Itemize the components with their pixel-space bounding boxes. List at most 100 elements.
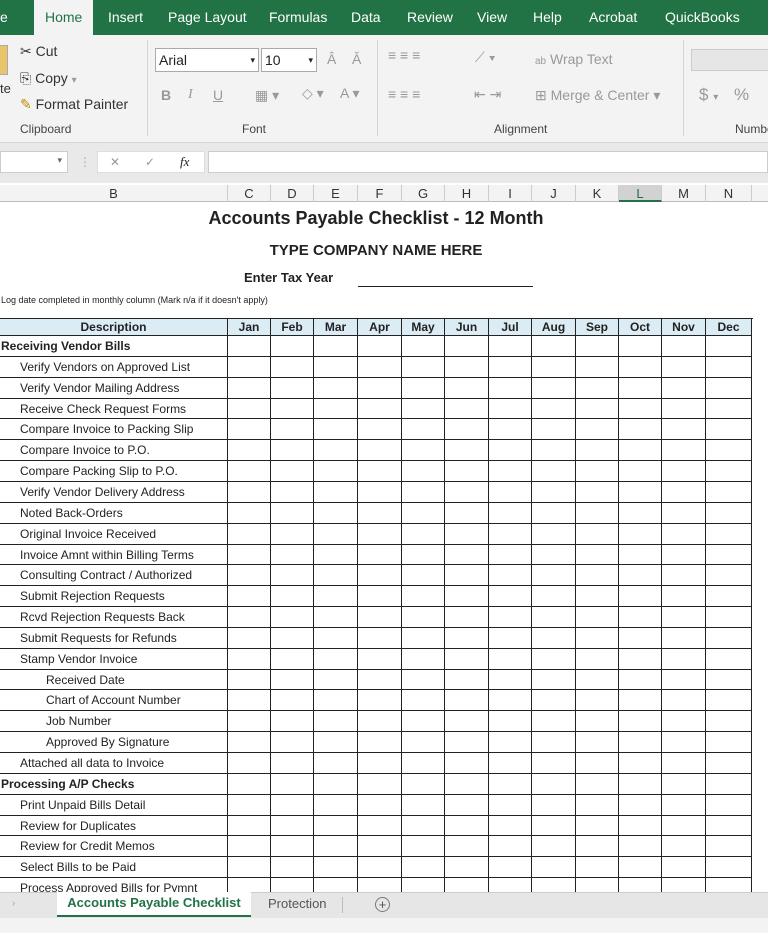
month-cell[interactable] [662,399,706,419]
month-cell[interactable] [576,670,619,690]
month-cell[interactable] [576,878,619,892]
month-cell[interactable] [402,795,445,816]
month-cell[interactable] [314,336,358,357]
month-cell[interactable] [271,628,314,649]
month-cell[interactable] [619,836,662,857]
month-cell[interactable] [445,586,489,607]
column-header-f[interactable]: F [358,185,402,202]
month-cell[interactable] [271,482,314,503]
sheet-tab-protection[interactable]: Protection [268,896,327,911]
month-cell[interactable] [358,524,402,545]
month-cell[interactable] [532,649,576,670]
align-top-icon[interactable]: ≡ ≡ ≡ [388,47,420,63]
month-cell[interactable] [445,607,489,628]
month-cell[interactable] [228,399,271,419]
month-cell[interactable] [662,795,706,816]
month-cell[interactable] [706,565,752,586]
month-cell[interactable] [402,670,445,690]
month-cell[interactable] [619,336,662,357]
tab-acrobat[interactable]: Acrobat [589,0,637,35]
month-cell[interactable] [489,649,532,670]
month-cell[interactable] [489,670,532,690]
month-cell[interactable] [228,816,271,836]
month-cell[interactable] [358,774,402,795]
month-cell[interactable] [358,816,402,836]
cancel-icon[interactable]: ✕ [110,155,120,169]
month-cell[interactable] [619,545,662,565]
month-cell[interactable] [402,524,445,545]
month-cell[interactable] [402,753,445,774]
month-cell[interactable] [402,836,445,857]
tab-home[interactable]: Home [34,0,94,35]
month-cell[interactable] [228,753,271,774]
column-header-l[interactable]: L [619,185,662,202]
month-cell[interactable] [662,524,706,545]
month-cell[interactable] [576,357,619,378]
month-cell[interactable] [619,565,662,586]
month-cell[interactable] [662,816,706,836]
month-cell[interactable] [662,753,706,774]
month-cell[interactable] [271,607,314,628]
month-cell[interactable] [662,628,706,649]
month-cell[interactable] [706,524,752,545]
month-cell[interactable] [489,503,532,524]
month-cell[interactable] [358,732,402,753]
month-cell[interactable] [358,690,402,711]
month-cell[interactable] [228,732,271,753]
month-cell[interactable] [358,607,402,628]
month-cell[interactable] [662,878,706,892]
month-cell[interactable] [576,545,619,565]
month-cell[interactable] [402,461,445,482]
month-cell[interactable] [271,586,314,607]
month-cell[interactable] [662,461,706,482]
increase-font-icon[interactable]: Â [327,51,336,67]
column-header-b[interactable]: B [0,185,228,202]
month-cell[interactable] [489,816,532,836]
month-cell[interactable] [358,378,402,399]
month-cell[interactable] [445,628,489,649]
month-cell[interactable] [358,649,402,670]
month-cell[interactable] [445,753,489,774]
month-cell[interactable] [489,753,532,774]
month-cell[interactable] [358,545,402,565]
month-cell[interactable] [445,378,489,399]
month-cell[interactable] [358,836,402,857]
month-cell[interactable] [489,878,532,892]
month-cell[interactable] [271,524,314,545]
month-cell[interactable] [271,795,314,816]
month-cell[interactable] [576,586,619,607]
month-cell[interactable] [532,524,576,545]
month-cell[interactable] [402,690,445,711]
function-icon[interactable]: fx [180,154,189,170]
month-cell[interactable] [402,565,445,586]
month-cell[interactable] [576,816,619,836]
month-cell[interactable] [619,732,662,753]
month-cell[interactable] [706,482,752,503]
paste-icon[interactable] [0,45,8,75]
month-cell[interactable] [706,399,752,419]
month-cell[interactable] [228,586,271,607]
month-cell[interactable] [489,690,532,711]
month-cell[interactable] [576,690,619,711]
month-cell[interactable] [576,565,619,586]
month-cell[interactable] [271,836,314,857]
month-cell[interactable] [271,857,314,878]
month-cell[interactable] [271,816,314,836]
month-cell[interactable] [489,336,532,357]
month-cell[interactable] [706,816,752,836]
month-cell[interactable] [706,586,752,607]
month-cell[interactable] [314,690,358,711]
month-cell[interactable] [445,732,489,753]
font-size-select[interactable]: 10 ▾ [261,48,317,72]
copy-button[interactable]: ⎘ Copy ▾ [20,70,77,87]
month-cell[interactable] [228,795,271,816]
month-cell[interactable] [489,836,532,857]
format-painter-button[interactable]: ✎ Format Painter [20,96,128,113]
month-cell[interactable] [706,545,752,565]
month-cell[interactable] [532,440,576,461]
month-cell[interactable] [402,482,445,503]
month-cell[interactable] [706,336,752,357]
month-cell[interactable] [314,649,358,670]
month-cell[interactable] [489,545,532,565]
month-cell[interactable] [576,524,619,545]
